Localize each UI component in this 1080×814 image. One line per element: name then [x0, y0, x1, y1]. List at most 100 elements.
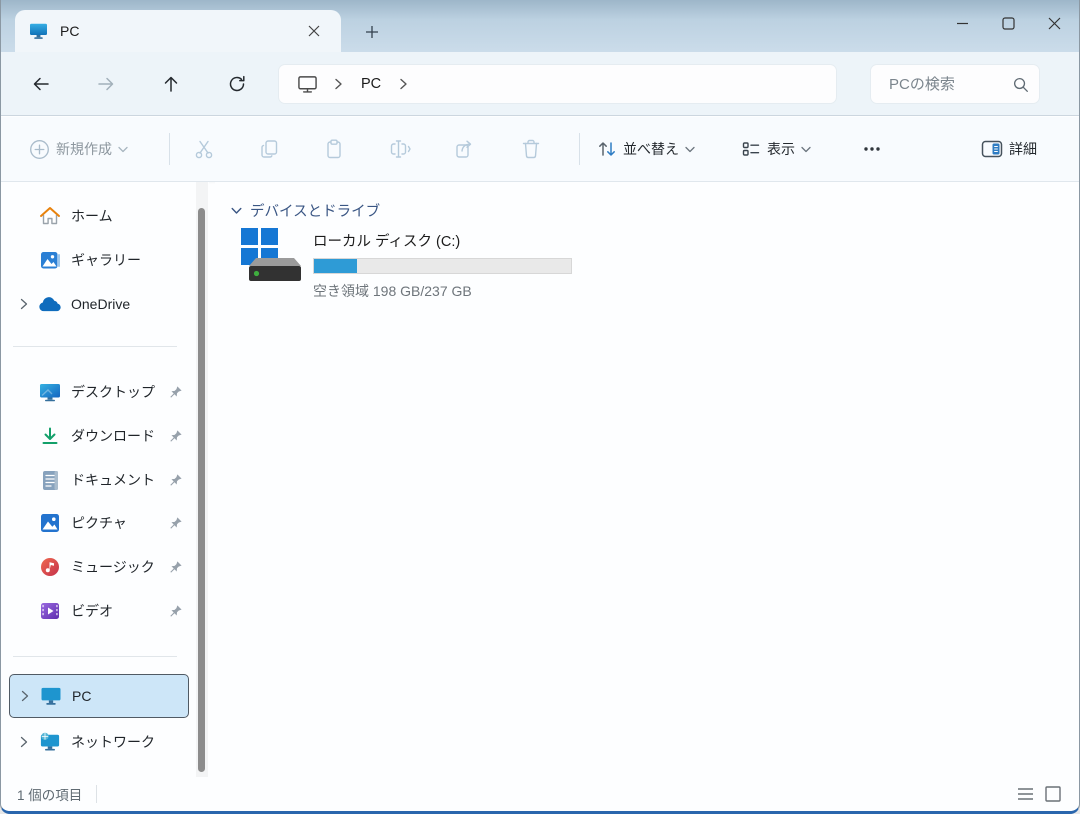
chevron-down-icon: [685, 146, 695, 153]
sidebar-item-music[interactable]: ミュージック: [9, 547, 189, 587]
capacity-bar-fill: [314, 259, 357, 273]
sidebar-item-desktop[interactable]: デスクトップ: [9, 372, 189, 412]
download-icon: [39, 425, 61, 447]
copy-button[interactable]: [248, 129, 290, 169]
sidebar-scrollbar[interactable]: [196, 182, 208, 777]
pin-icon: [168, 429, 183, 444]
pin-icon: [168, 604, 183, 619]
drive-name: ローカル ディスク (C:): [313, 230, 609, 251]
paste-button[interactable]: [313, 129, 355, 169]
delete-button[interactable]: [510, 129, 552, 169]
rename-icon: [389, 138, 412, 160]
more-options-button[interactable]: [851, 129, 893, 169]
share-icon: [454, 138, 476, 160]
chevron-down-icon: [231, 207, 242, 215]
chevron-down-icon: [801, 146, 811, 153]
document-icon: [39, 469, 61, 491]
paste-icon: [323, 138, 345, 160]
view-button-label: 表示: [767, 139, 795, 159]
status-divider: [96, 785, 97, 803]
capacity-bar: [313, 258, 572, 274]
up-button[interactable]: [153, 66, 189, 102]
sidebar-item-pictures[interactable]: ピクチャ: [9, 503, 189, 543]
pin-icon: [168, 473, 183, 488]
rename-button[interactable]: [379, 129, 421, 169]
file-list-area: デバイスとドライブ ローカル ディスク (C:) 空き領: [215, 182, 1079, 777]
title-bar: PC: [1, 0, 1079, 52]
windows-drive-icon: [239, 226, 303, 284]
breadcrumb-item-pc[interactable]: PC: [353, 73, 389, 95]
sort-button-label: 並べ替え: [623, 139, 679, 159]
chevron-right-icon[interactable]: [10, 690, 40, 702]
maximize-button[interactable]: [985, 0, 1031, 46]
minimize-button[interactable]: [939, 0, 985, 46]
address-bar[interactable]: PC: [279, 65, 836, 103]
command-toolbar: 新規作成: [1, 117, 1079, 182]
breadcrumb-chevron-icon[interactable]: [399, 78, 408, 90]
pin-icon: [168, 516, 183, 531]
search-icon[interactable]: [1012, 76, 1029, 93]
navigation-pane: ホーム ギャラリー OneDriv: [1, 182, 209, 777]
desktop-icon: [39, 381, 61, 403]
ellipsis-icon: [862, 139, 882, 159]
music-icon: [39, 556, 61, 578]
drive-item-local-disk-c[interactable]: ローカル ディスク (C:) 空き領域 198 GB/237 GB: [239, 226, 609, 292]
chevron-right-icon[interactable]: [9, 736, 39, 748]
tab-pc[interactable]: PC: [15, 10, 341, 52]
sidebar-item-videos[interactable]: ビデオ: [9, 591, 189, 631]
new-button[interactable]: 新規作成: [21, 129, 136, 169]
view-button[interactable]: 表示: [733, 129, 819, 169]
tab-close-icon[interactable]: [301, 18, 327, 44]
sidebar-item-documents[interactable]: ドキュメント: [9, 460, 189, 500]
chevron-right-icon[interactable]: [9, 298, 39, 310]
sidebar-item-gallery[interactable]: ギャラリー: [9, 240, 189, 280]
drive-free-space: 空き領域 198 GB/237 GB: [313, 281, 609, 301]
pin-icon: [168, 560, 183, 575]
sidebar-item-network[interactable]: ネットワーク: [9, 722, 189, 762]
sort-button[interactable]: 並べ替え: [589, 129, 703, 169]
toolbar-divider: [169, 133, 170, 165]
video-icon: [39, 600, 61, 622]
sidebar-divider: [13, 656, 177, 657]
details-pane-icon: [981, 140, 1003, 158]
search-input[interactable]: [887, 75, 1012, 94]
pictures-icon: [39, 512, 61, 534]
breadcrumb-chevron-icon[interactable]: [334, 78, 343, 90]
explorer-window: PC: [0, 0, 1080, 814]
sidebar-scrollbar-thumb[interactable]: [198, 208, 205, 772]
close-button[interactable]: [1031, 0, 1077, 46]
chevron-down-icon: [118, 146, 128, 153]
toolbar-divider: [579, 133, 580, 165]
new-tab-button[interactable]: [357, 18, 387, 46]
details-view-toggle-icon[interactable]: [1011, 782, 1039, 806]
cut-button[interactable]: [183, 129, 225, 169]
pc-monitor-icon: [29, 23, 48, 40]
trash-icon: [520, 138, 542, 160]
pc-monitor-icon: [40, 685, 62, 707]
pin-icon: [168, 385, 183, 400]
scissors-icon: [193, 138, 215, 160]
group-header-devices-and-drives[interactable]: デバイスとドライブ: [231, 200, 380, 221]
sidebar-divider: [13, 346, 177, 347]
sidebar-item-onedrive[interactable]: OneDrive: [9, 284, 189, 324]
item-count: 1 個の項目: [17, 784, 82, 804]
navigation-bar: PC: [1, 52, 1079, 116]
details-pane-button[interactable]: 詳細: [973, 129, 1051, 169]
home-icon: [39, 205, 61, 227]
details-pane-label: 詳細: [1009, 139, 1037, 159]
sidebar-item-home[interactable]: ホーム: [9, 196, 189, 236]
breadcrumb-pc-icon[interactable]: [297, 74, 318, 94]
sidebar-item-pc[interactable]: PC: [9, 674, 189, 718]
refresh-button[interactable]: [219, 66, 255, 102]
search-box[interactable]: [871, 65, 1039, 103]
new-button-label: 新規作成: [56, 139, 112, 159]
share-button[interactable]: [444, 129, 486, 169]
window-controls: [939, 0, 1077, 46]
tab-label: PC: [60, 23, 301, 39]
back-button[interactable]: [23, 66, 59, 102]
view-icon: [741, 139, 761, 159]
sidebar-item-downloads[interactable]: ダウンロード: [9, 416, 189, 456]
large-thumbnails-view-toggle-icon[interactable]: [1039, 782, 1067, 806]
gallery-icon: [39, 249, 61, 271]
forward-button[interactable]: [88, 66, 124, 102]
